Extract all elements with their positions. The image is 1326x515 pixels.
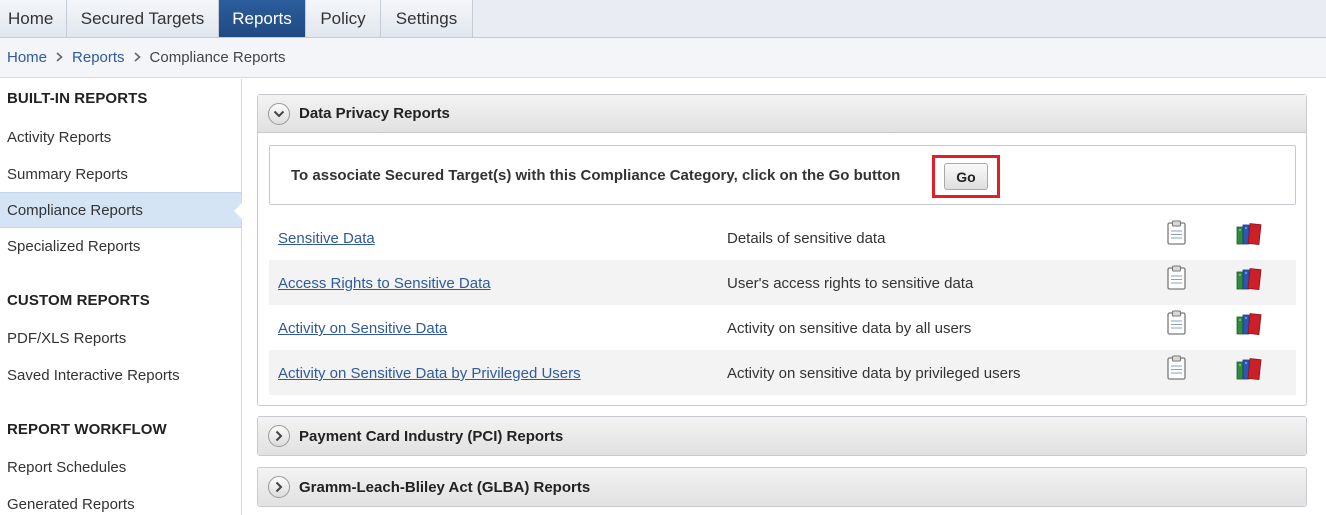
top-navigation: Home Secured Targets Reports Policy Sett… <box>0 0 1326 38</box>
report-link[interactable]: Sensitive Data <box>278 230 375 247</box>
breadcrumb-current: Compliance Reports <box>149 49 286 66</box>
go-button-highlight: Go <box>932 155 1000 198</box>
go-button[interactable]: Go <box>944 163 988 190</box>
sidebar-item-summary-reports[interactable]: Summary Reports <box>0 156 241 192</box>
report-description: Details of sensitive data <box>727 230 886 247</box>
sidebar-item-generated-reports[interactable]: Generated Reports <box>0 486 241 515</box>
panel-header-glba[interactable]: Gramm-Leach-Bliley Act (GLBA) Reports <box>258 468 1306 506</box>
books-icon[interactable] <box>1235 312 1263 340</box>
tab-policy[interactable]: Policy <box>306 0 381 37</box>
report-description: Activity on sensitive data by all users <box>727 320 972 337</box>
reports-table: Sensitive Data Details of sensitive data… <box>269 215 1296 395</box>
clipboard-icon[interactable] <box>1165 355 1189 385</box>
panel-title: Gramm-Leach-Bliley Act (GLBA) Reports <box>299 478 591 496</box>
report-link[interactable]: Activity on Sensitive Data by Privileged… <box>278 365 581 382</box>
breadcrumb: Home Reports Compliance Reports <box>0 38 1326 78</box>
table-row: Activity on Sensitive Data by Privileged… <box>269 350 1296 395</box>
sidebar-item-compliance-reports[interactable]: Compliance Reports <box>0 192 242 228</box>
tab-reports[interactable]: Reports <box>219 0 306 37</box>
panel-glba: Gramm-Leach-Bliley Act (GLBA) Reports <box>257 467 1307 507</box>
sidebar-item-pdf-xls-reports[interactable]: PDF/XLS Reports <box>0 320 241 356</box>
tab-settings[interactable]: Settings <box>381 0 473 37</box>
sidebar-heading-workflow: REPORT WORKFLOW <box>7 421 167 438</box>
chevron-right-icon[interactable] <box>268 425 290 447</box>
main-content: Data Privacy Reports To associate Secure… <box>243 79 1326 515</box>
sidebar: BUILT-IN REPORTS Activity Reports Summar… <box>0 79 242 515</box>
panel-header-data-privacy[interactable]: Data Privacy Reports <box>258 95 1306 133</box>
clipboard-icon[interactable] <box>1165 220 1189 250</box>
sidebar-item-report-schedules[interactable]: Report Schedules <box>0 449 241 485</box>
report-description: Activity on sensitive data by privileged… <box>727 365 1021 382</box>
books-icon[interactable] <box>1235 267 1263 295</box>
chevron-right-icon <box>134 51 141 65</box>
panel-header-pci[interactable]: Payment Card Industry (PCI) Reports <box>258 417 1306 455</box>
breadcrumb-home-link[interactable]: Home <box>7 49 47 66</box>
sidebar-item-saved-interactive-reports[interactable]: Saved Interactive Reports <box>0 357 241 393</box>
report-link[interactable]: Access Rights to Sensitive Data <box>278 275 491 292</box>
clipboard-icon[interactable] <box>1165 265 1189 295</box>
panel-pci: Payment Card Industry (PCI) Reports <box>257 416 1307 456</box>
associate-box: To associate Secured Target(s) with this… <box>269 145 1296 205</box>
books-icon[interactable] <box>1235 357 1263 385</box>
table-row: Activity on Sensitive Data Activity on s… <box>269 305 1296 350</box>
chevron-right-icon[interactable] <box>268 476 290 498</box>
sidebar-heading-custom: CUSTOM REPORTS <box>7 292 150 309</box>
table-row: Access Rights to Sensitive Data User's a… <box>269 260 1296 305</box>
panel-title: Payment Card Industry (PCI) Reports <box>299 427 564 445</box>
books-icon[interactable] <box>1235 222 1263 250</box>
associate-text: To associate Secured Target(s) with this… <box>291 166 901 184</box>
clipboard-icon[interactable] <box>1165 310 1189 340</box>
chevron-right-icon <box>56 51 63 65</box>
panel-title: Data Privacy Reports <box>299 105 450 122</box>
nav-filler <box>473 0 1326 37</box>
report-description: User's access rights to sensitive data <box>727 275 974 292</box>
panel-data-privacy: Data Privacy Reports To associate Secure… <box>257 94 1307 406</box>
sidebar-item-activity-reports[interactable]: Activity Reports <box>0 119 241 155</box>
table-row: Sensitive Data Details of sensitive data <box>269 215 1296 260</box>
breadcrumb-reports-link[interactable]: Reports <box>72 49 125 66</box>
report-link[interactable]: Activity on Sensitive Data <box>278 320 447 337</box>
tab-secured-targets[interactable]: Secured Targets <box>67 0 219 37</box>
chevron-down-icon[interactable] <box>268 102 290 125</box>
sidebar-heading-built-in: BUILT-IN REPORTS <box>7 90 148 107</box>
tab-home[interactable]: Home <box>0 0 67 37</box>
sidebar-item-specialized-reports[interactable]: Specialized Reports <box>0 228 241 264</box>
